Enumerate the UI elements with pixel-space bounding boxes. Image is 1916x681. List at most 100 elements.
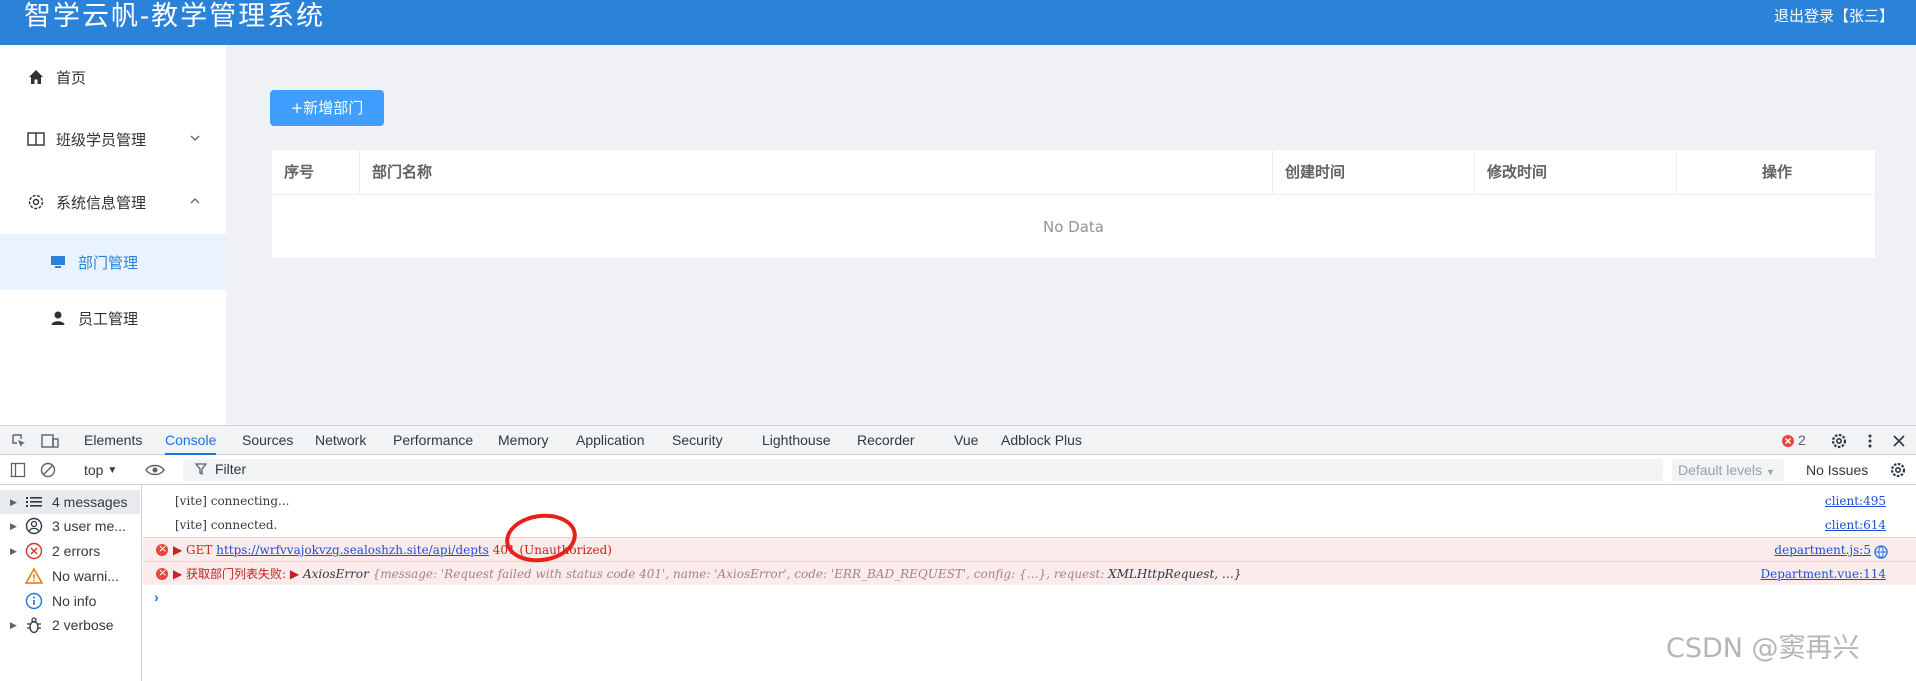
filter-input[interactable]: Filter (183, 459, 1663, 481)
console-log-row: [vite] connecting... client:495 (143, 489, 1916, 513)
expand-arrow-icon: ▶ (10, 619, 17, 630)
tab-application[interactable]: Application (576, 426, 645, 455)
error-count[interactable]: 2 (1798, 426, 1806, 455)
user-icon (48, 308, 68, 328)
app-window: 智学云帆-教学管理系统 退出登录【张三】 首页 班级学员管理 系统信息管理 部门… (0, 0, 1916, 425)
sidebar-item-system-info[interactable]: 系统信息管理 (0, 174, 226, 230)
filter-icon (194, 462, 208, 479)
error-name: AxiosError (302, 567, 369, 581)
tab-adblock-plus[interactable]: Adblock Plus (1001, 426, 1082, 455)
error-icon (24, 542, 44, 560)
console-error-row: ▶ 获取部门列表失败: ▶ AxiosError {message: 'Requ… (143, 561, 1916, 585)
gear-icon (26, 192, 46, 212)
watermark: CSDN @窦再兴 (1666, 633, 1860, 664)
bug-icon (24, 616, 44, 634)
tab-elements[interactable]: Elements (84, 426, 142, 455)
error-badge-icon[interactable] (1779, 432, 1797, 450)
log-source-link[interactable]: client:495 (1825, 489, 1886, 513)
sidebar-item-info[interactable]: No info (0, 589, 140, 613)
column-header: 修改时间 (1475, 150, 1677, 195)
log-source-link[interactable]: client:614 (1825, 513, 1886, 537)
tab-recorder[interactable]: Recorder (857, 426, 915, 455)
sidebar-toggle-icon[interactable] (10, 461, 26, 479)
console-log-row: [vite] connected. client:614 (143, 513, 1916, 537)
tab-network[interactable]: Network (315, 426, 366, 455)
sidebar-item-label: 系统信息管理 (56, 193, 147, 212)
sidebar-item-departments[interactable]: 部门管理 (0, 234, 226, 290)
sidebar: 首页 班级学员管理 系统信息管理 部门管理 员工管理 (0, 45, 226, 425)
sidebar-item-label: 4 messages (52, 494, 128, 510)
sidebar-item-warnings[interactable]: No warni... (0, 564, 140, 588)
issues-button[interactable]: No Issues (1806, 461, 1868, 479)
monitor-icon (48, 252, 68, 272)
sidebar-item-verbose[interactable]: ▶ 2 verbose (0, 613, 140, 637)
tab-security[interactable]: Security (672, 426, 723, 455)
console-toolbar: top ▼ Filter Default levels ▼ No Issues (0, 455, 1916, 485)
log-source-link[interactable]: department.js:5 (1774, 538, 1871, 562)
sidebar-item-label: 首页 (56, 68, 87, 87)
console-settings-icon[interactable] (1890, 461, 1906, 479)
dropdown-arrow-icon: ▼ (1765, 467, 1775, 477)
error-icon (156, 537, 168, 561)
request-url-link[interactable]: https://wrfvvajokvzg.sealoshzh.site/api/… (216, 543, 489, 557)
sidebar-item-class-students[interactable]: 班级学员管理 (0, 111, 226, 167)
logout-link[interactable]: 退出登录【张三】 (1774, 5, 1894, 26)
book-icon (26, 129, 46, 149)
sidebar-item-label: 部门管理 (78, 253, 139, 272)
sidebar-item-label: 2 errors (52, 543, 101, 559)
log-levels-label: Default levels (1678, 462, 1763, 478)
context-selector[interactable]: top ▼ (84, 461, 117, 479)
tab-sources[interactable]: Sources (242, 426, 293, 455)
tab-console[interactable]: Console (165, 426, 217, 455)
console-sidebar: ▶ 4 messages ▶ 3 user me... ▶ 2 errors N… (0, 485, 142, 681)
sidebar-item-employees[interactable]: 员工管理 (0, 290, 226, 346)
more-options-icon[interactable] (1861, 432, 1879, 450)
add-department-button[interactable]: +新增部门 (270, 90, 384, 126)
expand-prefix[interactable]: ▶ 获取部门列表失败: ▶ (173, 567, 303, 581)
context-label: top (84, 462, 104, 478)
user-circle-icon (24, 517, 44, 535)
sidebar-item-errors[interactable]: ▶ 2 errors (0, 539, 140, 563)
department-table: 序号 部门名称 创建时间 修改时间 操作 No Data (271, 149, 1876, 259)
inspect-element-icon[interactable] (10, 432, 28, 450)
clear-console-icon[interactable] (40, 461, 56, 479)
tab-performance[interactable]: Performance (393, 426, 473, 455)
column-header: 序号 (272, 150, 360, 195)
object-tail: , …} (1214, 567, 1242, 581)
request-object: XMLHttpRequest (1108, 567, 1215, 581)
warning-icon (24, 567, 44, 585)
expand-arrow-icon: ▶ (10, 520, 17, 531)
devtools-tabbar: Elements Console Sources Network Perform… (0, 426, 1916, 455)
filter-placeholder: Filter (215, 461, 247, 477)
column-header: 操作 (1761, 163, 1792, 181)
tab-memory[interactable]: Memory (498, 426, 549, 455)
eye-icon[interactable] (145, 461, 165, 479)
home-icon (26, 67, 46, 87)
error-detail: {message: 'Request failed with status co… (368, 567, 1109, 581)
column-header: 部门名称 (360, 150, 1273, 195)
settings-gear-icon[interactable] (1830, 432, 1848, 450)
console-prompt-icon[interactable]: › (154, 589, 159, 605)
dropdown-arrow-icon: ▼ (107, 464, 118, 476)
sidebar-item-label: No warni... (52, 568, 119, 584)
log-message: [vite] connecting... (175, 494, 290, 508)
empty-table-text: No Data (1043, 218, 1104, 236)
log-levels-dropdown[interactable]: Default levels ▼ (1672, 459, 1784, 481)
expand-arrow-icon: ▶ (10, 496, 17, 507)
tab-vue[interactable]: Vue (954, 426, 978, 455)
sidebar-item-user-messages[interactable]: ▶ 3 user me... (0, 514, 140, 538)
device-toolbar-icon[interactable] (41, 432, 59, 450)
close-icon[interactable] (1890, 432, 1908, 450)
log-message: [vite] connected. (175, 518, 278, 532)
expand-prefix[interactable]: ▶ GET (173, 543, 216, 557)
main-content: +新增部门 序号 部门名称 创建时间 修改时间 操作 No Data (226, 45, 1916, 425)
info-icon (24, 592, 44, 610)
console-error-row: ▶ GET https://wrfvvajokvzg.sealoshzh.sit… (143, 537, 1916, 561)
sidebar-item-messages[interactable]: ▶ 4 messages (0, 490, 140, 514)
log-source-link[interactable]: Department.vue:114 (1760, 562, 1886, 586)
sidebar-item-home[interactable]: 首页 (0, 49, 226, 105)
tab-lighthouse[interactable]: Lighthouse (762, 426, 831, 455)
sidebar-item-label: 班级学员管理 (56, 130, 147, 149)
sidebar-item-label: 3 user me... (52, 518, 126, 534)
table-header: 序号 部门名称 创建时间 修改时间 操作 (272, 150, 1875, 195)
